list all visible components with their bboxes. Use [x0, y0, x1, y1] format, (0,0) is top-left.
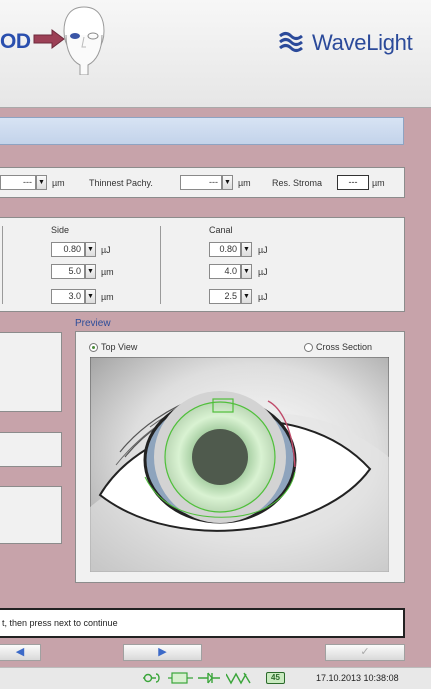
side-spacing-unit: µm — [101, 267, 114, 277]
canal-energy-unit: µJ — [258, 245, 268, 255]
side-energy-dropdown-button[interactable]: ▼ — [85, 242, 96, 257]
eye-preview-image — [90, 357, 389, 572]
thinnest-pachy-label: Thinnest Pachy. — [89, 178, 153, 188]
thinnest-pachy-unit: µm — [238, 178, 251, 188]
section-header-bar — [0, 117, 404, 145]
wavelight-logo-icon — [279, 32, 303, 52]
canal-line-dropdown-button[interactable]: ▼ — [241, 289, 252, 304]
thinnest-pachy-select[interactable]: --- — [180, 175, 222, 190]
side-title: Side — [51, 225, 70, 235]
top-view-label: Top View — [101, 342, 138, 352]
side-line-unit: µm — [101, 292, 114, 302]
plug-icon — [198, 672, 220, 684]
wave-signal-icon — [226, 672, 251, 685]
status-message: t, then press next to continue — [2, 618, 118, 628]
canal-spacing-select[interactable]: 4.0 — [209, 264, 241, 279]
res-stroma-field[interactable]: --- — [337, 175, 369, 190]
next-button[interactable]: ▶ — [123, 644, 202, 661]
canal-energy-dropdown-button[interactable]: ▼ — [241, 242, 252, 257]
res-stroma-label: Res. Stroma — [272, 178, 323, 188]
left-panel-upper — [0, 332, 62, 412]
canal-title: Canal — [209, 225, 233, 235]
top-view-radio[interactable] — [89, 343, 98, 352]
back-button[interactable]: ◀ — [0, 644, 41, 661]
side-energy-unit: µJ — [101, 245, 111, 255]
canal-line-select[interactable]: 2.5 — [209, 289, 241, 304]
canal-energy-select[interactable]: 0.80 — [209, 242, 241, 257]
side-line-dropdown-button[interactable]: ▼ — [85, 289, 96, 304]
res-stroma-unit: µm — [372, 178, 385, 188]
panel-divider — [160, 226, 161, 304]
counter-badge: 45 — [266, 672, 285, 684]
battery-icon — [168, 672, 193, 684]
side-energy-select[interactable]: 0.80 — [51, 242, 85, 257]
side-line-select[interactable]: 3.0 — [51, 289, 85, 304]
panel-divider — [2, 226, 3, 304]
side-spacing-dropdown-button[interactable]: ▼ — [85, 264, 96, 279]
depth-select[interactable]: --- — [0, 175, 36, 190]
canal-spacing-unit: µJ — [258, 267, 268, 277]
left-panel-middle — [0, 432, 62, 467]
confirm-button[interactable]: ✓ — [325, 644, 405, 661]
clock: 17.10.2013 10:38:08 — [316, 673, 399, 683]
left-panel-lower — [0, 486, 62, 544]
brand-name: WaveLight — [312, 30, 413, 55]
cross-section-label: Cross Section — [316, 342, 373, 352]
cross-section-radio[interactable] — [304, 343, 313, 352]
depth-dropdown-button[interactable]: ▼ — [36, 175, 47, 190]
eye-side-label: OD — [0, 30, 31, 53]
depth-unit: µm — [52, 178, 65, 188]
preview-title: Preview — [75, 318, 111, 329]
canal-line-unit: µJ — [258, 292, 268, 302]
connection-icon — [143, 673, 160, 683]
head-icon — [63, 6, 105, 75]
canal-spacing-dropdown-button[interactable]: ▼ — [241, 264, 252, 279]
side-spacing-select[interactable]: 5.0 — [51, 264, 85, 279]
thinnest-pachy-dropdown-button[interactable]: ▼ — [222, 175, 233, 190]
